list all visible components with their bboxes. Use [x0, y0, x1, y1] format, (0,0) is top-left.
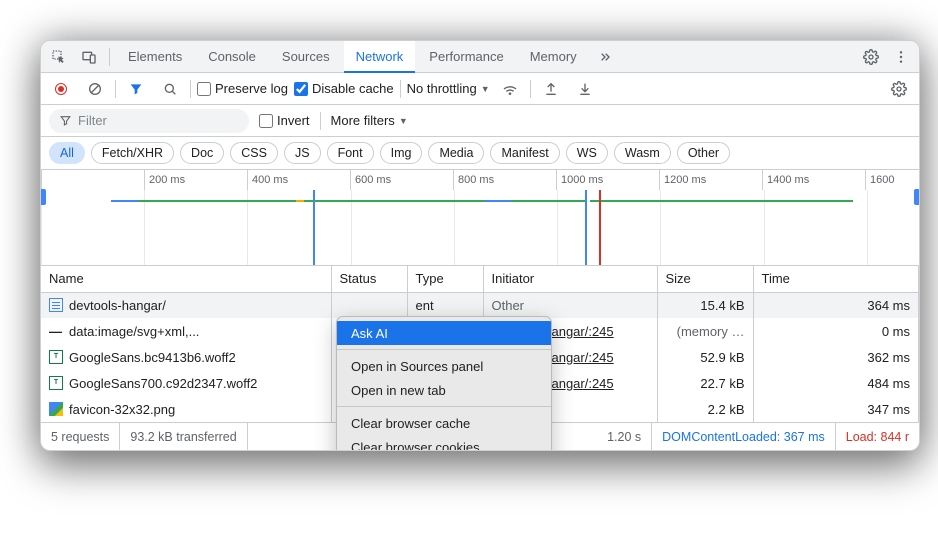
col-time[interactable]: Time [753, 266, 919, 292]
col-name[interactable]: Name [41, 266, 331, 292]
col-initiator[interactable]: Initiator [483, 266, 657, 292]
img-icon [49, 402, 63, 416]
device-toolbar-icon[interactable] [75, 43, 103, 71]
timeline-tick: 200 ms [144, 170, 247, 190]
type-pill-font[interactable]: Font [327, 142, 374, 164]
clear-icon[interactable] [81, 75, 109, 103]
timeline-tick: 1600 [865, 170, 919, 190]
type-pill-ws[interactable]: WS [566, 142, 608, 164]
import-har-icon[interactable] [571, 75, 599, 103]
timeline-overview[interactable]: 200 ms 400 ms 600 ms 800 ms 1000 ms 1200… [41, 170, 919, 266]
network-filter-row: Filter Invert More filters▼ [41, 105, 919, 137]
inspect-element-icon[interactable] [45, 43, 73, 71]
timeline-handle-start[interactable] [40, 189, 46, 205]
type-pill-css[interactable]: CSS [230, 142, 278, 164]
font-icon [49, 376, 63, 390]
col-type[interactable]: Type [407, 266, 483, 292]
status-dcl: DOMContentLoaded: 367 ms [652, 423, 836, 450]
font-icon [49, 350, 63, 364]
type-pill-manifest[interactable]: Manifest [490, 142, 559, 164]
record-button[interactable] [47, 75, 75, 103]
ctx-clear-cache[interactable]: Clear browser cache [337, 411, 551, 435]
type-pill-js[interactable]: JS [284, 142, 321, 164]
ctx-open-sources[interactable]: Open in Sources panel [337, 354, 551, 378]
devtools-tabs-strip: Elements Console Sources Network Perform… [41, 41, 919, 73]
resource-type-filters: All Fetch/XHR Doc CSS JS Font Img Media … [41, 137, 919, 170]
context-menu: Ask AI Open in Sources panel Open in new… [336, 316, 552, 451]
tab-performance[interactable]: Performance [417, 41, 515, 73]
timeline-tick: 600 ms [350, 170, 453, 190]
timeline-tick: 1400 ms [762, 170, 865, 190]
more-tabs-icon[interactable] [591, 43, 619, 71]
ctx-ask-ai[interactable]: Ask AI [337, 321, 551, 345]
type-pill-media[interactable]: Media [428, 142, 484, 164]
timeline-tick: 400 ms [247, 170, 350, 190]
throttling-dropdown[interactable]: No throttling▼ [407, 81, 490, 96]
type-pill-img[interactable]: Img [380, 142, 423, 164]
type-pill-all[interactable]: All [49, 142, 85, 164]
invert-checkbox[interactable]: Invert [259, 113, 310, 128]
kebab-menu-icon[interactable] [887, 43, 915, 71]
status-requests: 5 requests [41, 423, 120, 450]
doc-icon [49, 298, 63, 312]
network-settings-icon[interactable] [885, 75, 913, 103]
status-load: Load: 844 r [836, 423, 919, 450]
tab-console[interactable]: Console [196, 41, 268, 73]
tab-elements[interactable]: Elements [116, 41, 194, 73]
status-transferred: 93.2 kB transferred [120, 423, 247, 450]
disable-cache-checkbox[interactable]: Disable cache [294, 81, 394, 96]
ctx-open-new-tab[interactable]: Open in new tab [337, 378, 551, 402]
network-conditions-icon[interactable] [496, 75, 524, 103]
filter-input[interactable]: Filter [49, 109, 249, 133]
search-icon[interactable] [156, 75, 184, 103]
type-pill-doc[interactable]: Doc [180, 142, 224, 164]
timeline-tick: 1200 ms [659, 170, 762, 190]
type-pill-wasm[interactable]: Wasm [614, 142, 671, 164]
timeline-tick: 800 ms [453, 170, 556, 190]
timeline-tick: 1000 ms [556, 170, 659, 190]
col-status[interactable]: Status [331, 266, 407, 292]
dash-icon [49, 324, 63, 338]
network-toolbar: Preserve log Disable cache No throttling… [41, 73, 919, 105]
tab-network[interactable]: Network [344, 41, 416, 73]
export-har-icon[interactable] [537, 75, 565, 103]
timeline-handle-end[interactable] [914, 189, 920, 205]
ctx-clear-cookies[interactable]: Clear browser cookies [337, 435, 551, 451]
devtools-window: Elements Console Sources Network Perform… [40, 40, 920, 451]
table-header-row[interactable]: Name Status Type Initiator Size Time [41, 266, 919, 292]
type-pill-other[interactable]: Other [677, 142, 730, 164]
tab-memory[interactable]: Memory [518, 41, 589, 73]
col-size[interactable]: Size [657, 266, 753, 292]
preserve-log-checkbox[interactable]: Preserve log [197, 81, 288, 96]
tab-sources[interactable]: Sources [270, 41, 342, 73]
type-pill-fetchxhr[interactable]: Fetch/XHR [91, 142, 174, 164]
table-row[interactable]: devtools-hangar/entOther15.4 kB364 ms [41, 292, 919, 318]
filter-icon[interactable] [122, 75, 150, 103]
settings-icon[interactable] [857, 43, 885, 71]
more-filters-dropdown[interactable]: More filters▼ [331, 113, 408, 128]
timeline-tick [41, 170, 144, 190]
